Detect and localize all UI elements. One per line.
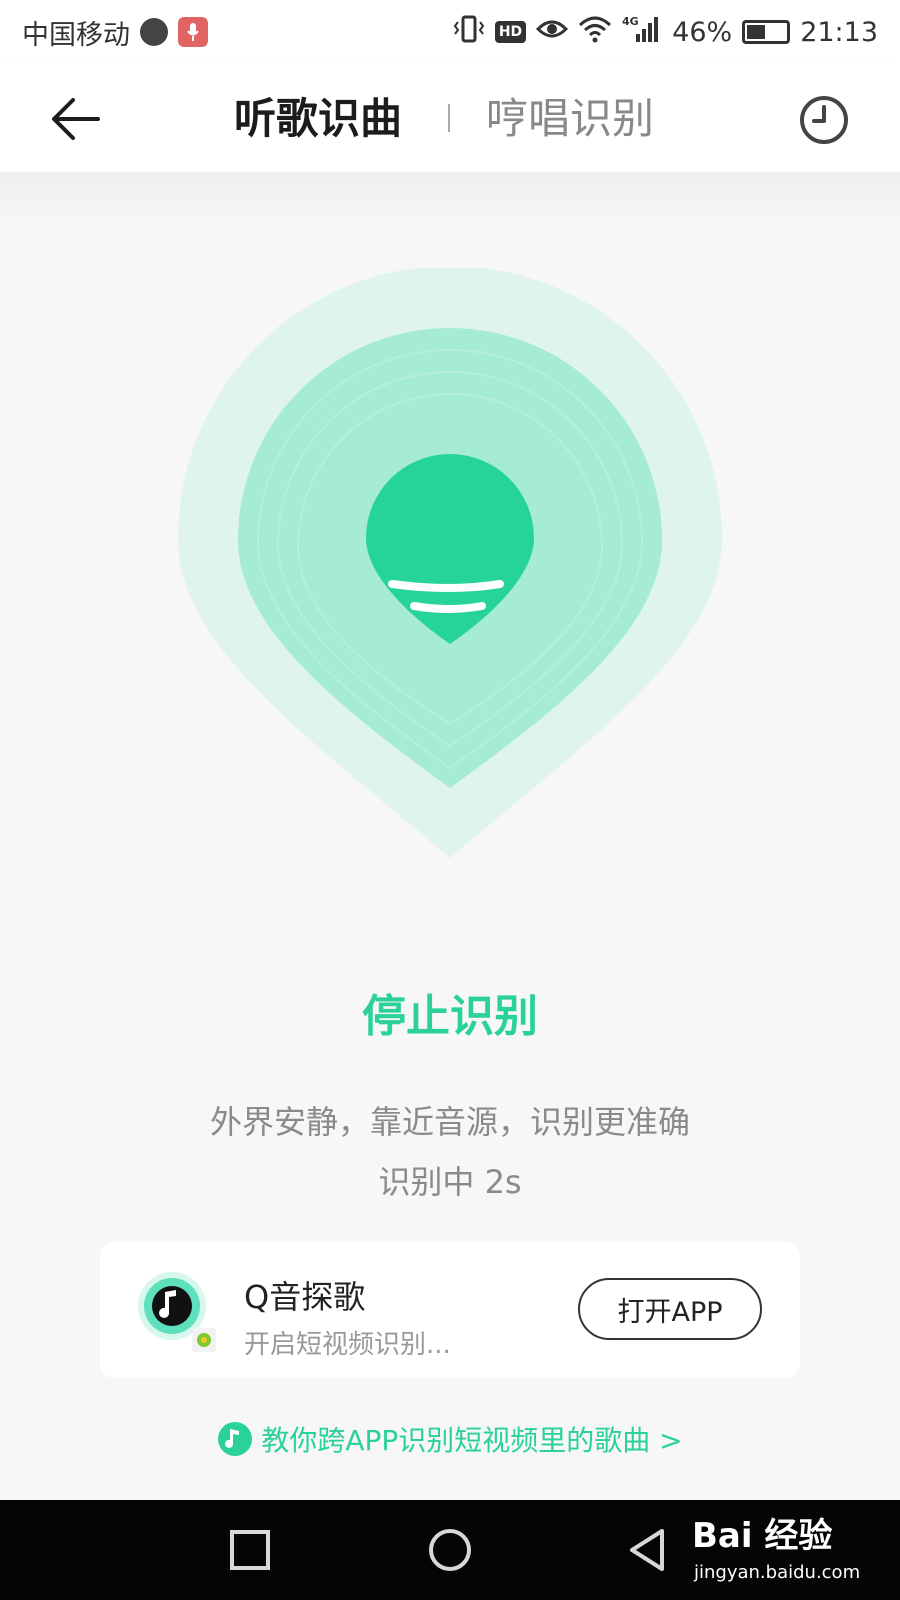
status-bar-left: 中国移动 xyxy=(22,13,208,52)
sound-line-bottom xyxy=(410,602,486,613)
hd-badge: HD xyxy=(494,21,527,43)
battery-percent: 46% xyxy=(672,16,733,48)
sound-line-top xyxy=(388,580,504,592)
header-shadow xyxy=(0,172,900,232)
stop-recognition-button[interactable]: 停止识别 xyxy=(300,986,600,1048)
tutorial-link[interactable]: 教你跨APP识别短视频里的歌曲 > xyxy=(0,1414,900,1464)
recent-apps-button[interactable] xyxy=(222,1522,278,1578)
watermark-logo: Bai 经验 xyxy=(692,1516,833,1556)
watermark-url: jingyan.baidu.com xyxy=(694,1562,861,1583)
battery-icon xyxy=(742,20,791,44)
app-description: 开启短视频识别... xyxy=(244,1330,451,1360)
circle-icon xyxy=(429,1529,471,1571)
wifi-icon xyxy=(578,15,612,50)
carrier-label: 中国移动 xyxy=(22,19,130,51)
globe-icon xyxy=(140,18,168,46)
tab-humming-recognition[interactable]: 哼唱识别 xyxy=(486,86,654,152)
listening-pin-graphic[interactable] xyxy=(170,266,730,908)
open-app-button[interactable]: 打开APP xyxy=(578,1278,762,1340)
back-button[interactable] xyxy=(42,86,108,152)
signal-icon: 4G xyxy=(622,14,662,51)
app-name: Q音探歌 xyxy=(244,1278,366,1316)
recognition-hint: 外界安静，靠近音源，识别更准确 xyxy=(209,1103,690,1141)
tutorial-link-label: 教你跨APP识别短视频里的歌曲 > xyxy=(261,1424,683,1457)
clock-icon xyxy=(800,96,848,144)
music-note-icon xyxy=(218,1422,253,1456)
network-type-label: 4G xyxy=(622,15,639,28)
history-button[interactable] xyxy=(792,88,856,152)
microphone-icon xyxy=(178,17,208,47)
system-back-button[interactable] xyxy=(620,1522,676,1578)
header-bar: 听歌识曲 哼唱识别 xyxy=(0,64,900,172)
vibrate-icon xyxy=(453,14,485,51)
app-promo-card: Q音探歌 开启短视频识别... 打开APP xyxy=(100,1242,800,1378)
triangle-back-icon xyxy=(630,1529,664,1571)
recognition-status: 识别中 2s xyxy=(378,1163,522,1201)
baidu-jingyan-watermark: Bai 经验 jingyan.baidu.com xyxy=(686,1500,886,1600)
clock-time: 21:13 xyxy=(800,16,878,48)
battery-fill xyxy=(747,25,765,39)
eye-icon xyxy=(536,17,569,48)
square-icon xyxy=(230,1530,270,1570)
arrow-left-icon xyxy=(52,98,100,140)
home-button[interactable] xyxy=(422,1522,478,1578)
tab-divider xyxy=(448,104,450,132)
status-bar-right: HD 4G 46% 21:13 xyxy=(453,14,878,51)
status-bar: 中国移动 HD 4G 46% 21:13 xyxy=(0,0,900,64)
app-badge-icon xyxy=(192,1328,216,1352)
tab-song-recognition[interactable]: 听歌识曲 xyxy=(234,86,402,152)
